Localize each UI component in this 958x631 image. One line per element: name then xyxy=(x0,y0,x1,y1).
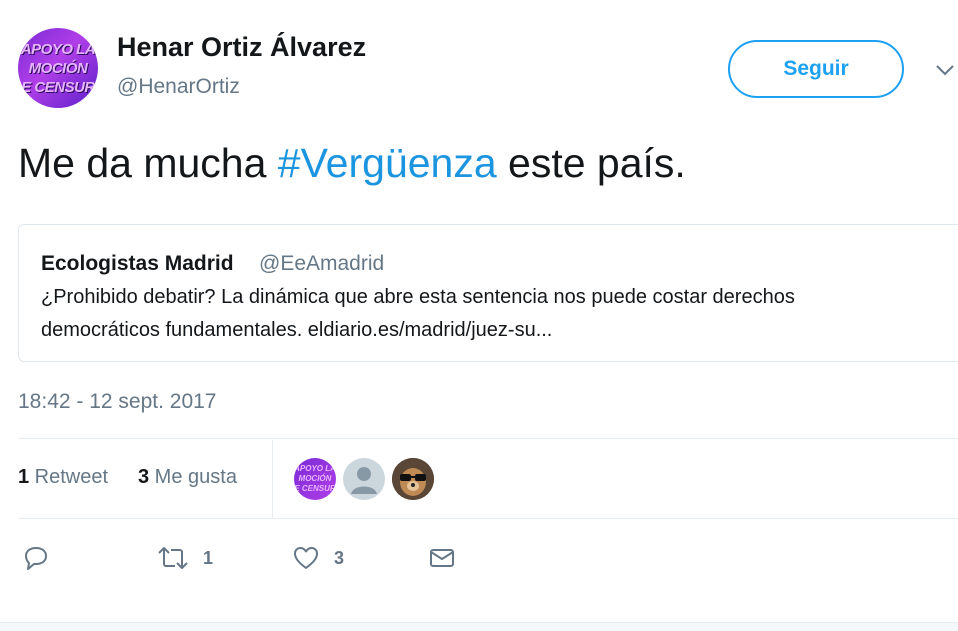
like-stat-count: 3 xyxy=(138,466,150,488)
reply-icon xyxy=(25,547,47,570)
stats-separator xyxy=(272,440,273,518)
dog-photo-icon xyxy=(392,458,434,500)
liker-avatar-1-line3: DE CENSURA xyxy=(294,484,336,493)
tweet-timestamp[interactable]: 18:42 - 12 sept. 2017 xyxy=(18,390,217,414)
quoted-text-line2: democráticos fundamentales. eldiario.es/… xyxy=(41,319,553,341)
retweet-stat[interactable]: 1 Retweet xyxy=(18,466,108,489)
envelope-icon xyxy=(430,549,454,567)
retweet-icon xyxy=(158,547,188,569)
default-user-icon xyxy=(351,467,377,494)
follow-button[interactable]: Seguir xyxy=(728,40,904,98)
retweet-stat-count: 1 xyxy=(18,466,30,488)
reply-action[interactable] xyxy=(22,542,50,574)
author-avatar[interactable]: APOYO LA MOCIÓN DE CENSURA xyxy=(18,28,98,108)
like-stat[interactable]: 3 Me gusta xyxy=(138,466,237,489)
tweet-text: Me da mucha #Vergüenza este país. xyxy=(18,140,686,187)
liker-avatar-1-line2: MOCIÓN xyxy=(298,474,332,483)
author-handle[interactable]: @HenarOrtiz xyxy=(117,75,240,99)
liker-avatar-1-line1: APOYO LA xyxy=(294,464,336,473)
divider-top xyxy=(18,438,958,439)
like-count: 3 xyxy=(334,547,345,568)
retweet-stat-label: Retweet xyxy=(29,466,109,488)
liker-avatar-3[interactable] xyxy=(392,458,434,500)
quoted-author-name: Ecologistas Madrid xyxy=(41,252,234,275)
quoted-text-line1: ¿Prohibido debatir? La dinámica que abre… xyxy=(41,286,795,308)
avatar-text-line3: DE CENSURA xyxy=(18,78,98,96)
heart-icon xyxy=(294,547,318,569)
liker-avatar-2[interactable] xyxy=(343,458,385,500)
tweet-text-before: Me da mucha xyxy=(18,140,278,186)
avatar-text-line1: APOYO LA xyxy=(20,40,96,58)
like-action[interactable]: 3 xyxy=(292,542,344,574)
divider-bottom xyxy=(18,518,958,519)
like-stat-label: Me gusta xyxy=(149,466,237,488)
hashtag-link[interactable]: #Vergüenza xyxy=(278,140,497,186)
retweet-action[interactable]: 1 xyxy=(157,542,213,574)
author-name[interactable]: Henar Ortiz Álvarez xyxy=(117,32,366,63)
liker-avatar-1[interactable]: APOYO LA MOCIÓN DE CENSURA xyxy=(294,458,336,500)
avatar-text-line2: MOCIÓN xyxy=(28,59,88,77)
tweet-text-after: este país. xyxy=(496,140,686,186)
chevron-down-icon[interactable] xyxy=(935,62,955,78)
quoted-author-handle: @EeAmadrid xyxy=(259,252,385,275)
quoted-tweet-card[interactable]: Ecologistas Madrid @EeAmadrid ¿Prohibido… xyxy=(18,224,958,362)
retweet-count: 1 xyxy=(203,547,214,568)
message-action[interactable] xyxy=(428,542,456,574)
